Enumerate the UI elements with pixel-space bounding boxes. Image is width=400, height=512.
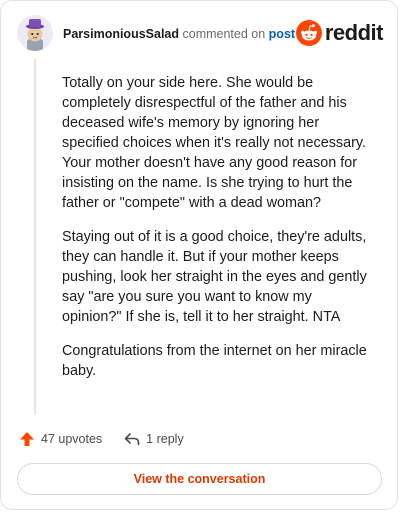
view-conversation-button[interactable]: View the conversation (17, 463, 382, 495)
comment-paragraph: Totally on your side here. She would be … (62, 75, 367, 211)
reply-button[interactable]: 1 reply (124, 432, 184, 446)
reddit-logo[interactable]: reddit (295, 19, 384, 47)
upvote-button[interactable]: 47 upvotes (19, 431, 102, 447)
comment-header: ParsimoniousSalad commented on post redd… (17, 15, 384, 55)
byline-verb: commented on (182, 27, 266, 41)
reddit-logo-icon (295, 20, 322, 46)
reply-arrow-icon (124, 433, 140, 446)
post-link[interactable]: post (269, 27, 295, 41)
reddit-logo-text: reddit (324, 20, 384, 45)
upvote-count: 47 upvotes (41, 432, 103, 446)
comment-paragraph: Congratulations from the internet on her… (62, 343, 367, 379)
thread-line (34, 59, 36, 415)
comment-actions: 47 upvotes 1 reply (19, 429, 184, 449)
username-link[interactable]: ParsimoniousSalad (63, 27, 179, 41)
comment-body: Totally on your side here. She would be … (62, 73, 374, 395)
avatar-icon (17, 15, 53, 51)
byline: ParsimoniousSalad commented on post (63, 26, 295, 42)
comment-card: ParsimoniousSalad commented on post redd… (0, 0, 398, 510)
upvote-arrow-icon (20, 432, 34, 446)
reply-count: 1 reply (146, 432, 184, 446)
comment-paragraph: Staying out of it is a good choice, they… (62, 229, 367, 325)
avatar[interactable] (17, 15, 53, 51)
